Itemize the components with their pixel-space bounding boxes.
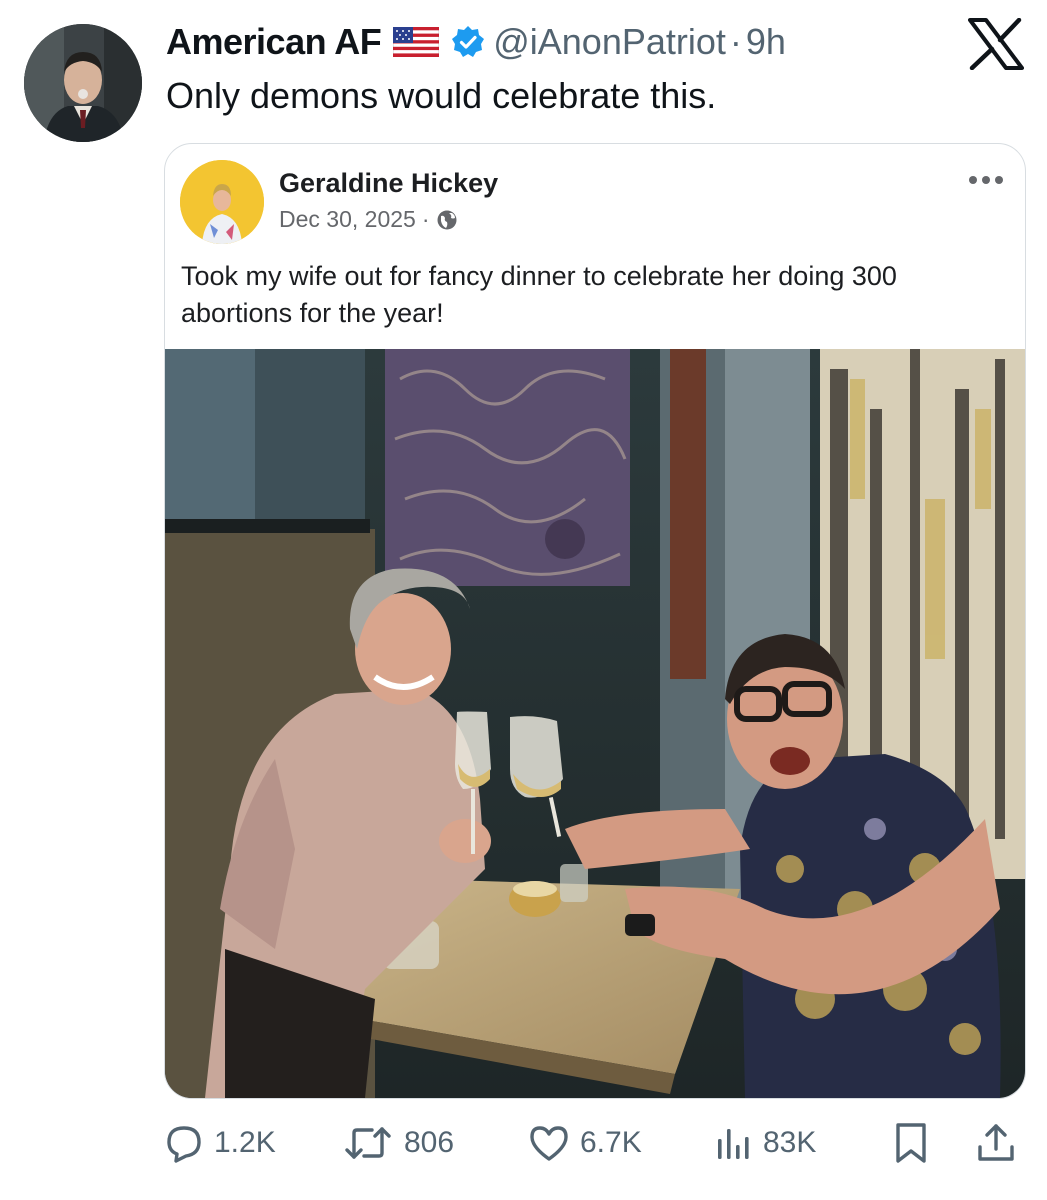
repost-button[interactable]: 806 xyxy=(342,1118,454,1168)
reply-count: 1.2K xyxy=(214,1126,276,1159)
share-icon xyxy=(978,1124,1014,1161)
meta-separator: · xyxy=(421,206,430,232)
tweet-text: Only demons would celebrate this. xyxy=(166,75,717,116)
avatar-image xyxy=(24,24,142,142)
post-author-name[interactable]: Geraldine Hickey xyxy=(279,168,498,199)
x-logo-icon[interactable] xyxy=(968,18,1024,70)
globe-icon xyxy=(437,210,456,229)
heart-icon xyxy=(530,1126,568,1161)
views-chart-icon xyxy=(718,1129,749,1159)
views-count: 83K xyxy=(763,1126,817,1159)
repost-count: 806 xyxy=(404,1126,455,1159)
profile-avatar[interactable] xyxy=(24,24,142,142)
author-avatar-image xyxy=(180,160,264,244)
like-count: 6.7K xyxy=(580,1126,642,1159)
verified-badge-icon[interactable] xyxy=(451,25,485,59)
like-button[interactable]: 6.7K xyxy=(528,1118,642,1168)
post-date[interactable]: Dec 30, 2025 xyxy=(279,206,416,233)
bookmark-button[interactable] xyxy=(891,1118,931,1168)
timestamp[interactable]: 9h xyxy=(746,21,786,63)
embedded-post-card[interactable]: Geraldine Hickey Dec 30, 2025 · Took my … xyxy=(164,143,1026,1099)
post-text: Took my wife out for fancy dinner to cel… xyxy=(181,261,897,328)
share-button[interactable] xyxy=(974,1118,1018,1168)
handle[interactable]: @iAnonPatriot xyxy=(493,21,726,63)
post-author-avatar[interactable] xyxy=(180,160,264,244)
reply-icon xyxy=(167,1126,201,1163)
repost-icon xyxy=(345,1127,391,1159)
more-options-icon[interactable] xyxy=(967,174,1005,186)
display-name[interactable]: American AF xyxy=(166,21,382,63)
tweet-header: American AF @iAnonPatriot · 9h xyxy=(166,18,786,66)
post-meta: Dec 30, 2025 · xyxy=(279,206,458,233)
us-flag-icon xyxy=(393,27,440,57)
reply-button[interactable]: 1.2K xyxy=(164,1118,276,1168)
views-button[interactable]: 83K xyxy=(713,1118,816,1168)
separator-dot: · xyxy=(729,21,742,62)
tweet-actions: 1.2K 806 6.7K 83K xyxy=(0,1118,1047,1168)
post-photo[interactable] xyxy=(165,349,1025,1098)
bookmark-icon xyxy=(896,1123,926,1163)
